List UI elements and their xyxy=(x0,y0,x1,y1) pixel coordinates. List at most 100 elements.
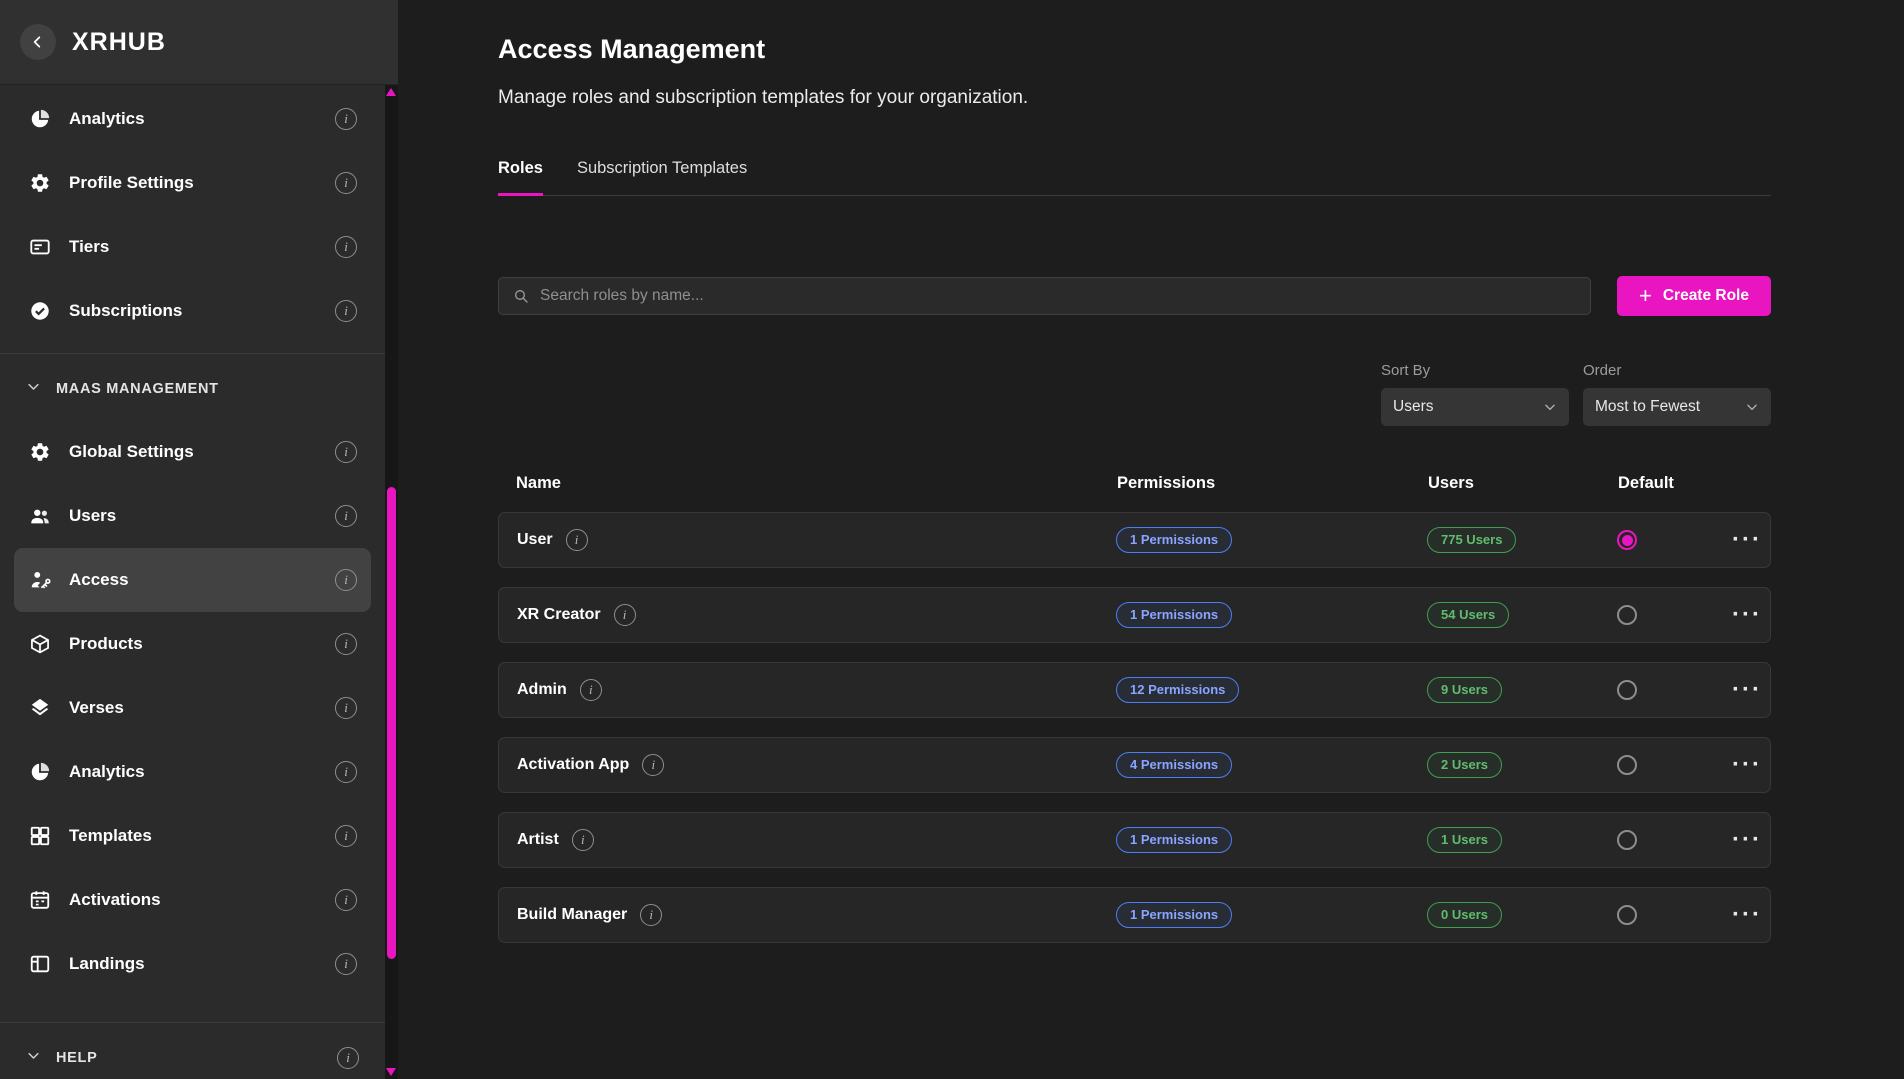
table-row: Activation App 4 Permissions 2 Users xyxy=(498,737,1771,793)
permissions-badge[interactable]: 1 Permissions xyxy=(1116,827,1232,853)
row-menu-button[interactable] xyxy=(1732,528,1762,552)
sidebar-item-tiers[interactable]: Tiers xyxy=(14,215,371,279)
column-header-permissions: Permissions xyxy=(1117,474,1428,493)
access-key-icon xyxy=(28,568,52,592)
sidebar-item-analytics[interactable]: Analytics xyxy=(14,87,371,151)
sidebar-scroll-area: Analytics Profile Settings Tiers Subscri… xyxy=(0,85,385,1079)
sidebar-item-templates[interactable]: Templates xyxy=(14,804,371,868)
sidebar-item-access[interactable]: Access xyxy=(14,548,371,612)
users-badge[interactable]: 0 Users xyxy=(1427,902,1502,928)
sort-by-label: Sort By xyxy=(1381,362,1569,379)
info-icon[interactable] xyxy=(335,300,357,322)
sidebar-item-label: Analytics xyxy=(69,109,145,129)
sidebar-scrollbar[interactable] xyxy=(385,85,398,1079)
order-select[interactable]: Most to Fewest xyxy=(1583,388,1771,426)
scroll-down-arrow[interactable] xyxy=(386,1068,396,1076)
users-badge[interactable]: 775 Users xyxy=(1427,527,1516,553)
users-badge[interactable]: 9 Users xyxy=(1427,677,1502,703)
info-icon[interactable] xyxy=(572,829,594,851)
info-icon[interactable] xyxy=(614,604,636,626)
sidebar-item-products[interactable]: Products xyxy=(14,612,371,676)
users-badge[interactable]: 1 Users xyxy=(1427,827,1502,853)
grid-icon xyxy=(28,824,52,848)
users-badge[interactable]: 54 Users xyxy=(1427,602,1509,628)
sidebar-item-activations[interactable]: Activations xyxy=(14,868,371,932)
default-radio[interactable] xyxy=(1617,605,1637,625)
chevron-left-icon xyxy=(30,34,46,50)
row-menu-button[interactable] xyxy=(1732,753,1762,777)
info-icon[interactable] xyxy=(640,904,662,926)
sidebar-item-subscriptions[interactable]: Subscriptions xyxy=(14,279,371,343)
info-icon[interactable] xyxy=(335,505,357,527)
sidebar-item-label: Templates xyxy=(69,826,152,846)
sort-by-select[interactable]: Users xyxy=(1381,388,1569,426)
info-icon[interactable] xyxy=(335,953,357,975)
divider xyxy=(0,353,385,354)
info-icon[interactable] xyxy=(335,236,357,258)
info-icon[interactable] xyxy=(566,529,588,551)
permissions-badge[interactable]: 1 Permissions xyxy=(1116,602,1232,628)
sidebar-item-landings[interactable]: Landings xyxy=(14,932,371,996)
app-logo: XRHUB xyxy=(72,28,166,57)
sidebar-item-label: Access xyxy=(69,570,129,590)
section-maas-management[interactable]: MAAS MANAGEMENT xyxy=(0,358,385,420)
table-row: Admin 12 Permissions 9 Users xyxy=(498,662,1771,718)
search-box[interactable] xyxy=(498,277,1591,315)
permissions-badge[interactable]: 1 Permissions xyxy=(1116,527,1232,553)
layers-icon xyxy=(28,696,52,720)
info-icon[interactable] xyxy=(335,569,357,591)
info-icon[interactable] xyxy=(335,172,357,194)
scrollbar-thumb[interactable] xyxy=(387,487,396,959)
create-role-button[interactable]: Create Role xyxy=(1617,276,1771,316)
tab-roles[interactable]: Roles xyxy=(498,159,543,196)
default-radio[interactable] xyxy=(1617,755,1637,775)
table-row: User 1 Permissions 775 Users xyxy=(498,512,1771,568)
plus-icon xyxy=(1639,285,1652,307)
permissions-badge[interactable]: 4 Permissions xyxy=(1116,752,1232,778)
permissions-badge[interactable]: 1 Permissions xyxy=(1116,902,1232,928)
row-menu-button[interactable] xyxy=(1732,678,1762,702)
default-radio[interactable] xyxy=(1617,905,1637,925)
sidebar-item-profile-settings[interactable]: Profile Settings xyxy=(14,151,371,215)
table-row: XR Creator 1 Permissions 54 Users xyxy=(498,587,1771,643)
section-help[interactable]: HELP xyxy=(0,1027,385,1079)
search-icon xyxy=(513,288,529,304)
scroll-up-arrow[interactable] xyxy=(386,88,396,96)
info-icon[interactable] xyxy=(335,108,357,130)
row-menu-button[interactable] xyxy=(1732,603,1762,627)
sidebar-item-verses[interactable]: Verses xyxy=(14,676,371,740)
info-icon[interactable] xyxy=(335,697,357,719)
sidebar: XRHUB Analytics Profile Settings Tiers xyxy=(0,0,398,1079)
column-header-default: Default xyxy=(1598,474,1725,493)
sort-by-value: Users xyxy=(1393,398,1433,416)
permissions-badge[interactable]: 12 Permissions xyxy=(1116,677,1239,703)
info-icon[interactable] xyxy=(335,761,357,783)
default-radio[interactable] xyxy=(1617,680,1637,700)
toolbar: Create Role xyxy=(498,276,1771,316)
chevron-down-icon xyxy=(1745,400,1759,414)
info-icon[interactable] xyxy=(337,1047,359,1069)
row-menu-button[interactable] xyxy=(1732,828,1762,852)
analytics-icon xyxy=(28,760,52,784)
search-input[interactable] xyxy=(540,287,1576,305)
sidebar-item-label: Analytics xyxy=(69,762,145,782)
users-badge[interactable]: 2 Users xyxy=(1427,752,1502,778)
info-icon[interactable] xyxy=(335,825,357,847)
back-button[interactable] xyxy=(20,24,56,60)
row-menu-button[interactable] xyxy=(1732,903,1762,927)
sidebar-item-users[interactable]: Users xyxy=(14,484,371,548)
info-icon[interactable] xyxy=(335,441,357,463)
info-icon[interactable] xyxy=(642,754,664,776)
info-icon[interactable] xyxy=(580,679,602,701)
sidebar-item-global-settings[interactable]: Global Settings xyxy=(14,420,371,484)
sidebar-item-analytics-maas[interactable]: Analytics xyxy=(14,740,371,804)
default-radio[interactable] xyxy=(1617,830,1637,850)
sidebar-item-label: Global Settings xyxy=(69,442,194,462)
tab-subscription-templates[interactable]: Subscription Templates xyxy=(577,159,747,196)
default-radio[interactable] xyxy=(1617,530,1637,550)
info-icon[interactable] xyxy=(335,633,357,655)
role-name: Admin xyxy=(517,681,567,699)
sidebar-header: XRHUB xyxy=(0,0,398,85)
chevron-down-icon xyxy=(26,1048,41,1068)
info-icon[interactable] xyxy=(335,889,357,911)
